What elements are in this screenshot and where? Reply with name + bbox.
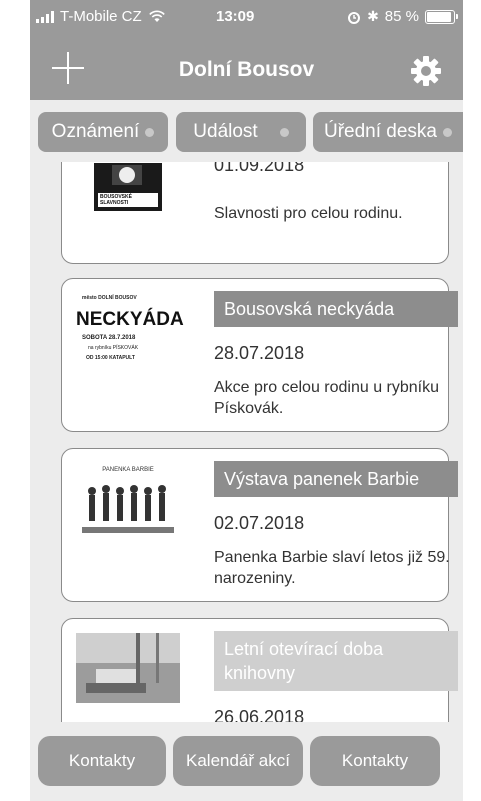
status-left: T-Mobile CZ	[36, 8, 166, 25]
poster-text: na rybníku PÍSKOVÁK	[88, 345, 139, 351]
tab-udalost[interactable]: Událost	[176, 112, 306, 152]
tab-label: Oznámení	[51, 121, 140, 142]
nav-bar: Dolní Bousov	[30, 38, 463, 100]
status-right: ✱ 85 %	[347, 8, 458, 25]
phone-screen: T-Mobile CZ 13:09 ✱ 85 % Dolní Bousov Oz…	[30, 0, 463, 801]
carrier-label: T-Mobile CZ	[60, 8, 142, 25]
event-image: město DOLNÍ BOUSOV NECKYÁDA SOBOTA 28.7.…	[76, 293, 184, 373]
poster-text: OD 15:00 KATAPULT	[86, 355, 135, 361]
tab-indicator-dot	[443, 127, 452, 137]
tab-uredni-deska[interactable]: Úřední deska	[313, 112, 463, 152]
battery-icon	[425, 9, 458, 24]
poster-text: SOBOTA 28.7.2018	[82, 335, 136, 341]
event-title: Výstava panenek Barbie	[214, 461, 458, 497]
event-list[interactable]: BOUSOVSKÉ SLAVNOSTI 01.09.2018 Slavnosti…	[30, 162, 463, 722]
page-title: Dolní Bousov	[178, 58, 315, 81]
signal-icon	[36, 10, 54, 23]
event-calendar-button[interactable]: Kalendář akcí	[173, 736, 303, 786]
poster-text: BOUSOVSKÉ SLAVNOSTI	[100, 194, 132, 206]
battery-label: 85 %	[384, 8, 419, 25]
tab-indicator-dot	[145, 127, 155, 137]
gear-icon	[411, 56, 441, 86]
event-image: BOUSOVSKÉ SLAVNOSTI	[76, 163, 180, 213]
contacts-button-2[interactable]: Kontakty	[310, 736, 440, 786]
event-date: 02.07.2018	[214, 513, 305, 533]
event-card[interactable]: BOUSOVSKÉ SLAVNOSTI 01.09.2018 Slavnosti…	[61, 162, 449, 264]
tab-bar: Oznámení Událost Úřední deska	[30, 108, 463, 158]
top-bar: T-Mobile CZ 13:09 ✱ 85 % Dolní Bousov	[30, 0, 463, 100]
event-date: 28.07.2018	[214, 343, 305, 363]
event-card[interactable]: Letní otevírací doba knihovny 26.06.2018	[61, 618, 458, 722]
wifi-icon	[148, 10, 165, 22]
contacts-button[interactable]: Kontakty	[38, 736, 166, 786]
event-title: Letní otevírací doba knihovny	[214, 631, 458, 691]
event-description: Panenka Barbie slaví letos již 59. naroz…	[214, 549, 450, 587]
tab-label: Událost	[193, 121, 258, 142]
tab-label: Úřední deska	[323, 121, 437, 142]
bluetooth-icon: ✱	[367, 8, 379, 24]
poster-text: město DOLNÍ BOUSOV	[82, 295, 137, 301]
event-date: 26.06.2018	[214, 707, 305, 722]
alarm-icon	[348, 11, 361, 24]
bottom-bar: Kontakty Kalendář akcí Kontakty	[30, 728, 463, 801]
event-image	[76, 633, 180, 703]
event-description: Slavnosti pro celou rodinu.	[214, 205, 403, 222]
tab-indicator-dot	[279, 127, 289, 137]
settings-button[interactable]	[409, 54, 443, 88]
status-bar: T-Mobile CZ 13:09 ✱ 85 %	[30, 0, 463, 36]
event-card[interactable]: PANENKA BARBIE Výstava panenek Barbie 02…	[61, 448, 458, 602]
event-image: PANENKA BARBIE	[76, 463, 180, 543]
event-title: Bousovská neckyáda	[214, 291, 458, 327]
poster-text: NECKYÁDA	[76, 309, 184, 330]
event-card[interactable]: město DOLNÍ BOUSOV NECKYÁDA SOBOTA 28.7.…	[61, 278, 458, 432]
event-description: Akce pro celou rodinu u rybníku Pískovák…	[214, 379, 440, 417]
clock: 13:09	[216, 8, 255, 25]
event-date: 01.09.2018	[214, 162, 305, 175]
tab-oznameni[interactable]: Oznámení	[38, 112, 168, 152]
